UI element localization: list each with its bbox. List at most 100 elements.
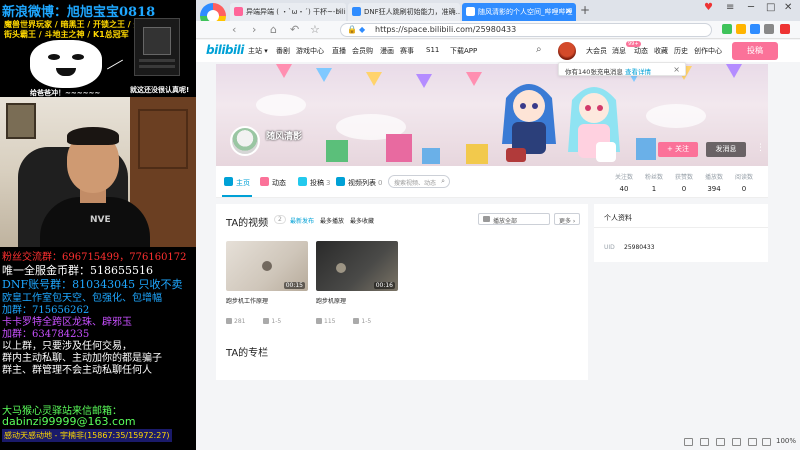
video-thumbnail-2[interactable]: 00:16	[316, 241, 398, 291]
extension-icon-2[interactable]	[736, 24, 746, 34]
profile-search-placeholder: 搜索视频、动态	[394, 180, 437, 187]
address-bar[interactable]: 🔒 ◆ https://space.bilibili.com/25980433	[340, 23, 712, 37]
more-options-icon[interactable]: ⋮	[756, 143, 765, 153]
status-icon-6[interactable]	[762, 438, 771, 446]
video-title-1[interactable]: 跑步机工作原理	[226, 296, 268, 305]
nav-creator-center[interactable]: 创作中心	[694, 46, 722, 56]
ad-line-2: 街头霸王 / 斗地主之神 / K1总冠军	[4, 30, 129, 39]
stream-overlay: 新浪微博：旭旭宝宝0818 魔兽世界玩家 / 暗黑王 / 开锁之王 / 开盒王 …	[0, 0, 196, 450]
play-icon	[483, 216, 490, 222]
status-icon-2[interactable]	[700, 438, 709, 446]
profile-avatar[interactable]	[230, 126, 260, 156]
skin-icon[interactable]: ♥	[704, 2, 713, 13]
tab-home-label: 主页	[236, 179, 250, 187]
notice-link[interactable]: 查看详情	[625, 68, 651, 76]
video-thumbnail-1[interactable]: 00:15	[226, 241, 308, 291]
close-window-icon[interactable]: ✕	[784, 2, 792, 13]
weibo-caption: 新浪微博：旭旭宝宝0818	[2, 5, 156, 20]
bilibili-favicon-icon	[234, 7, 243, 16]
play-all-button[interactable]: 播放全部	[478, 213, 550, 225]
tab-uploads-count: 3	[326, 179, 331, 187]
status-icon-4[interactable]	[732, 438, 741, 446]
status-icon-1[interactable]	[684, 438, 693, 446]
status-icon-5[interactable]	[748, 438, 757, 446]
nav-dynamics[interactable]: 动态	[634, 46, 648, 56]
nav-history[interactable]: 历史	[674, 46, 688, 56]
user-avatar[interactable]	[558, 42, 576, 60]
stat-plays: 播放数 394	[700, 172, 728, 193]
home-icon[interactable]: ⌂	[270, 23, 277, 36]
video-date: 1-5	[271, 318, 282, 325]
forward-icon[interactable]: ›	[252, 23, 256, 36]
tab-close-icon[interactable]: ×	[565, 6, 572, 15]
charge-notice-popup: 你有140张充电消息 查看详情 ×	[558, 62, 686, 76]
search-icon[interactable]: ⌕	[536, 44, 548, 56]
minimize-icon[interactable]: ─	[748, 2, 754, 13]
nav-download-app[interactable]: 下载APP	[450, 46, 477, 56]
profile-search-input[interactable]: 搜索视频、动态 ⌕	[388, 175, 450, 188]
nav-esports[interactable]: 赛事	[400, 46, 414, 56]
sort-most-played[interactable]: 最多播放	[320, 216, 344, 225]
nav-messages[interactable]: 消息	[612, 46, 626, 56]
nav-main-site[interactable]: 主站 ▾	[248, 46, 268, 56]
new-tab-button[interactable]: +	[580, 3, 590, 17]
tab-video-lists-count: 0	[378, 179, 383, 187]
tab-2[interactable]: DNF狂人跳刷初始能力，准确... ×	[348, 3, 460, 21]
browser-window: 异端异端 ( ・`ω・´) 干杯~-bili... × DNF狂人跳刷初始能力，…	[196, 0, 800, 450]
tab-home[interactable]: 主页	[224, 177, 250, 188]
history-back-icon[interactable]: ↶	[290, 23, 299, 36]
nav-comic[interactable]: 漫画	[380, 46, 394, 56]
nav-live[interactable]: 直播	[332, 46, 346, 56]
clock-icon	[263, 318, 270, 324]
back-icon[interactable]: ‹	[232, 23, 236, 36]
game-caption: 就这还没很认真呢!	[130, 86, 190, 94]
tab-uploads[interactable]: 投稿 3	[298, 177, 330, 188]
profile-username: 随风清影	[266, 132, 303, 142]
extension-icon-1[interactable]	[722, 24, 732, 34]
sort-most-favorited[interactable]: 最多收藏	[350, 216, 374, 225]
tab-1[interactable]: 异端异端 ( ・`ω・´) 干杯~-bili... ×	[230, 3, 346, 21]
extension-icon-3[interactable]	[750, 24, 760, 34]
notice-close-icon[interactable]: ×	[673, 65, 680, 74]
nav-anime[interactable]: 番剧	[276, 46, 290, 56]
divider	[594, 227, 768, 228]
upload-button[interactable]: 投稿	[732, 42, 778, 60]
anime-girl-1	[502, 84, 556, 162]
star-icon[interactable]: ☆	[310, 23, 320, 36]
follow-button[interactable]: + 关注	[658, 142, 698, 157]
playlist-icon	[336, 177, 345, 186]
bilibili-logo[interactable]: bilibili	[206, 43, 244, 57]
send-message-button[interactable]: 发消息	[706, 142, 746, 157]
bilibili-favicon-icon	[466, 7, 475, 16]
shield-icon: ◆	[359, 25, 366, 34]
menu-icon[interactable]: ≡	[726, 2, 734, 13]
nav-s11[interactable]: S11	[426, 46, 439, 54]
extension-icon-4[interactable]	[764, 24, 774, 34]
videos-section-title: TA的视频	[226, 218, 269, 229]
profile-tabs-bar: 主页 动态 投稿 3 视频列表 0 搜索视频、动态 ⌕ 关注数 40 粉丝数 1…	[216, 166, 768, 198]
nav-favorites[interactable]: 收藏	[654, 46, 668, 56]
video-title-2[interactable]: 跑步机原理	[316, 296, 346, 305]
meme-arrow	[106, 59, 124, 70]
browser-status-bar: 100%	[196, 434, 800, 450]
video-meta-1: 281 1-5	[226, 318, 281, 325]
more-videos-button[interactable]: 更多 ›	[554, 213, 580, 225]
tab-dynamics[interactable]: 动态	[260, 177, 286, 188]
status-icon-3[interactable]	[716, 438, 725, 446]
tab-close-icon[interactable]: ×	[449, 6, 456, 15]
maximize-icon[interactable]: □	[766, 2, 775, 13]
stat-following[interactable]: 关注数 40	[610, 172, 638, 193]
nav-mall[interactable]: 会员购	[352, 46, 373, 56]
nav-vip[interactable]: 大会员	[586, 46, 607, 56]
sort-latest[interactable]: 最新发布	[290, 216, 314, 225]
tab-video-lists[interactable]: 视频列表 0	[336, 177, 382, 188]
extension-icon-5[interactable]	[780, 24, 790, 34]
search-icon[interactable]: ⌕	[441, 177, 445, 186]
stat-fans[interactable]: 粉丝数 1	[640, 172, 668, 193]
uid-value: 25980433	[624, 244, 655, 251]
zoom-level[interactable]: 100%	[776, 437, 796, 445]
nav-game-center[interactable]: 游戏中心	[296, 46, 324, 56]
stat-reads: 阅读数 0	[730, 172, 758, 193]
tab-3-active[interactable]: 随风清影的个人空间_哔哩哔哩 ×	[462, 3, 576, 21]
tab-close-icon[interactable]: ×	[335, 6, 342, 15]
